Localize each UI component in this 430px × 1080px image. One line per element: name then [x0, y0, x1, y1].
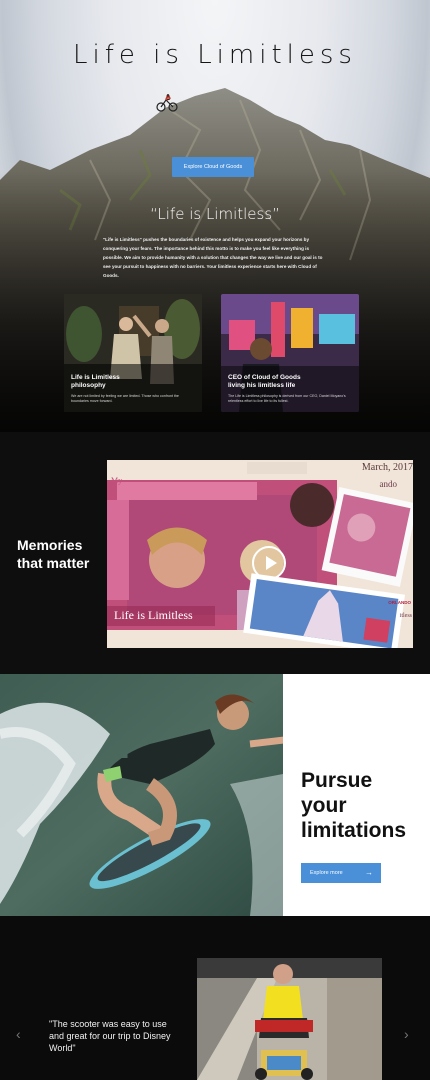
prev-arrow-icon[interactable]: ‹ — [16, 1026, 21, 1042]
explore-more-label: Explore more — [310, 870, 343, 876]
pursue-title-line2: your — [301, 794, 347, 817]
testimonial-quote: "The scooter was easy to use and great f… — [49, 1019, 171, 1053]
cyclist-illustration — [156, 94, 178, 112]
collage-fragment-itless: itless — [399, 613, 412, 619]
testimonial-section: ‹ "The scooter was easy to use and great… — [0, 916, 430, 1080]
collage-fragment-my: My — [111, 476, 123, 485]
card-ceo-desc: The Life is Limitless philosophy is deri… — [228, 394, 346, 403]
hero-quote-body: "Life is Limitless" pushes the boundarie… — [103, 237, 323, 278]
pursue-title-line3: limitations — [301, 819, 407, 842]
arrow-right-icon: → — [365, 868, 373, 877]
play-icon[interactable] — [252, 546, 286, 580]
collage-fragment-ando: ando — [379, 479, 398, 489]
pursue-section: Pursue your limitations Explore more → — [0, 674, 430, 916]
card-ceo[interactable]: CEO of Cloud of Goods living his limitle… — [221, 294, 359, 412]
card-philosophy[interactable]: Life is Limitless philosophy We are not … — [64, 294, 202, 412]
card-ceo-title: CEO of Cloud of Goods living his limitle… — [228, 374, 301, 389]
wakesurf-image — [0, 674, 283, 916]
explore-more-button[interactable]: Explore more → — [301, 863, 381, 883]
hero-section: Life is Limitless Explore Cloud of Goods… — [0, 0, 430, 432]
memories-title: Memories that matter — [17, 537, 90, 571]
hero-quote-title: “Life is Limitless” — [150, 205, 280, 223]
memories-video[interactable]: March, 2017 ando My ORLANDO itless Life … — [107, 460, 413, 648]
hero-title: Life is Limitless — [73, 40, 357, 70]
scooter-photo — [197, 958, 382, 1080]
explore-cloud-of-goods-button[interactable]: Explore Cloud of Goods — [172, 157, 254, 177]
pursue-title-line1: Pursue — [301, 769, 373, 792]
collage-caption: Life is Limitless — [114, 608, 193, 622]
card-philosophy-title: Life is Limitless philosophy — [71, 374, 120, 389]
collage-fragment-orlando: ORLANDO — [388, 600, 411, 605]
card-philosophy-desc: We are not limited by feeling we are lim… — [71, 394, 179, 403]
next-arrow-icon[interactable]: › — [404, 1026, 409, 1042]
collage-date: March, 2017 — [361, 462, 413, 473]
pursue-title: Pursue your limitations — [301, 768, 406, 843]
memories-section: Memories that matter March, 2017 ando My… — [0, 432, 430, 674]
